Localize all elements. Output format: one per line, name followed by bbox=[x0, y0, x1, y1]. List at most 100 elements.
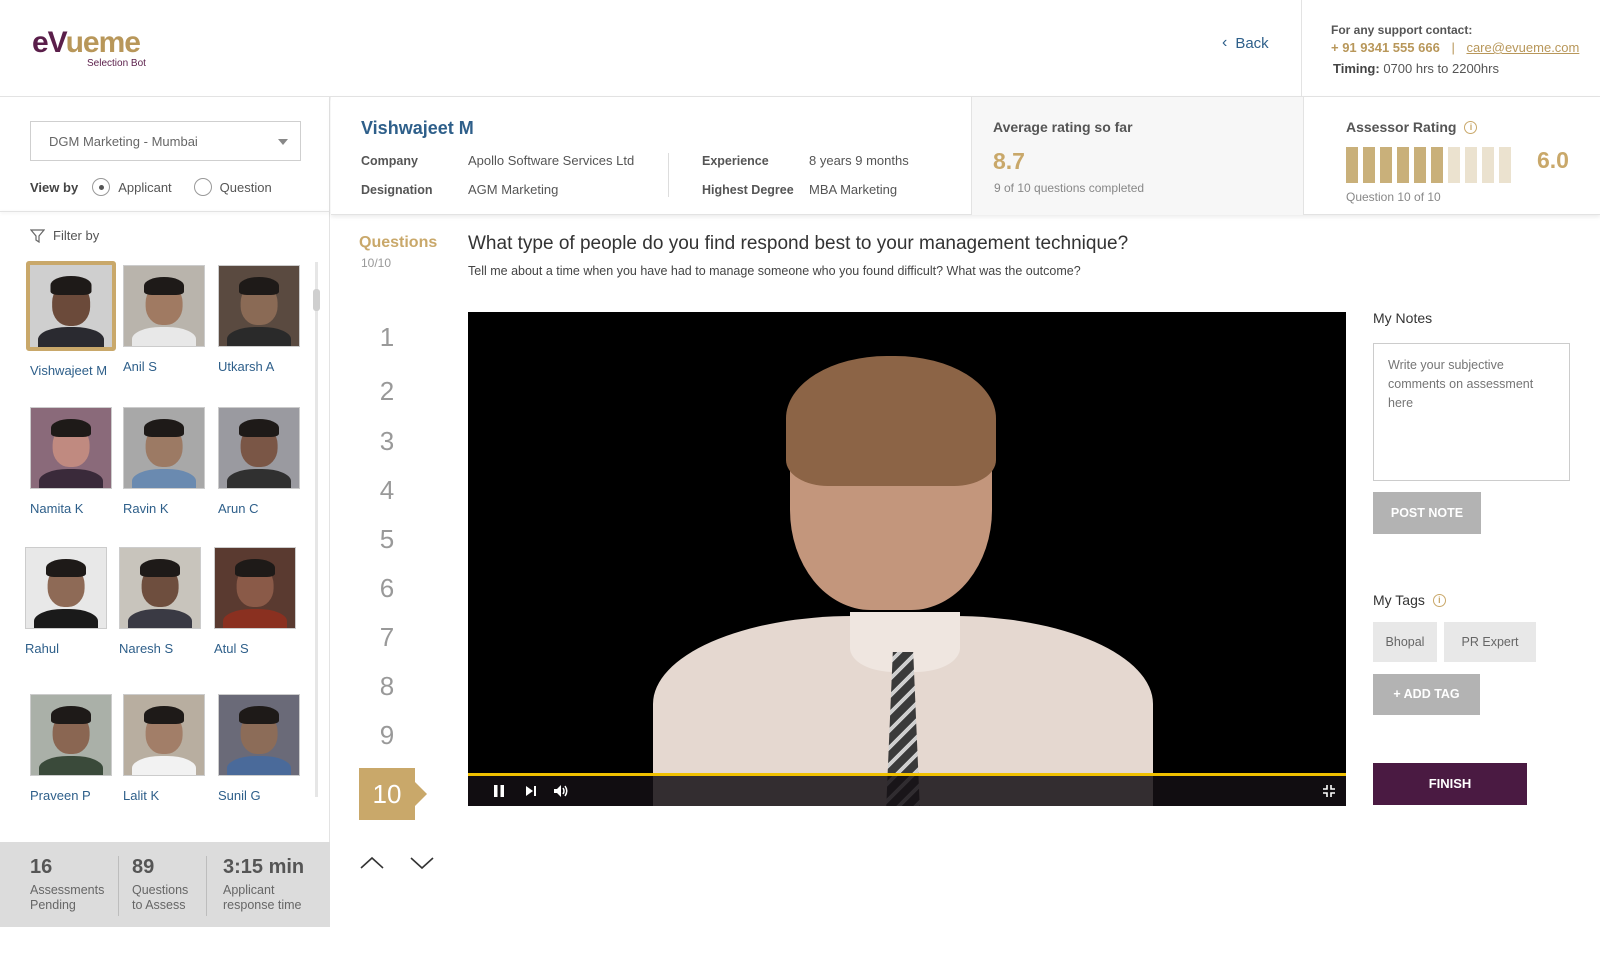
tag-chip[interactable]: PR Expert bbox=[1444, 622, 1536, 662]
video-frame-hair bbox=[786, 356, 996, 486]
volume-icon[interactable] bbox=[552, 783, 570, 799]
chevron-down-icon[interactable] bbox=[409, 854, 435, 872]
experience-value: 8 years 9 months bbox=[809, 153, 909, 168]
notes-textarea[interactable] bbox=[1373, 343, 1570, 481]
candidate-photo bbox=[25, 547, 107, 629]
candidate-photo bbox=[30, 407, 112, 489]
candidate-card[interactable]: Namita K bbox=[30, 407, 112, 516]
radio-applicant[interactable] bbox=[92, 178, 111, 196]
timing-value: 0700 hrs to 2200hrs bbox=[1383, 61, 1499, 76]
question-title: What type of people do you find respond … bbox=[468, 233, 1129, 254]
stat-label-line2: response time bbox=[223, 898, 302, 912]
average-rating-value: 8.7 bbox=[993, 148, 1025, 174]
video-player[interactable] bbox=[468, 312, 1346, 806]
candidate-card[interactable]: Sunil G bbox=[218, 694, 300, 803]
question-number-7[interactable]: 7 bbox=[359, 622, 415, 653]
candidate-card[interactable]: Arun C bbox=[218, 407, 300, 516]
stat-label-line1: Assessments bbox=[30, 883, 105, 897]
rating-bar-segment[interactable] bbox=[1414, 147, 1426, 183]
candidate-card[interactable]: Anil S bbox=[123, 265, 205, 374]
back-link[interactable]: ‹ Back bbox=[1222, 34, 1269, 52]
question-number-2[interactable]: 2 bbox=[359, 376, 415, 407]
question-number-4[interactable]: 4 bbox=[359, 475, 415, 506]
candidate-photo bbox=[30, 694, 112, 776]
pause-icon[interactable] bbox=[492, 783, 506, 799]
questions-title: Questions bbox=[359, 234, 438, 251]
support-phone[interactable]: + 91 9341 555 666 bbox=[1331, 40, 1440, 55]
candidate-card[interactable]: Vishwajeet M bbox=[26, 261, 116, 378]
question-number-3[interactable]: 3 bbox=[359, 426, 415, 457]
scrollbar-track[interactable] bbox=[315, 262, 318, 797]
rating-bar-segment[interactable] bbox=[1499, 147, 1511, 183]
logo-subtitle: Selection Bot bbox=[87, 58, 146, 69]
photo-shoulders bbox=[227, 755, 291, 775]
candidate-name-label: Atul S bbox=[214, 641, 249, 656]
rating-bar-segment[interactable] bbox=[1363, 147, 1375, 183]
candidate-name-label: Rahul bbox=[25, 641, 59, 656]
finish-button[interactable]: FINISH bbox=[1373, 763, 1527, 805]
candidate-name-label: Utkarsh A bbox=[218, 359, 275, 374]
assessor-rating-value: 6.0 bbox=[1537, 147, 1569, 173]
rating-bar-segment[interactable] bbox=[1397, 147, 1409, 183]
candidate-card[interactable]: Naresh S bbox=[119, 547, 201, 656]
question-number-5[interactable]: 5 bbox=[359, 524, 415, 555]
filter-by-button[interactable]: Filter by bbox=[30, 228, 99, 243]
support-email-link[interactable]: care@evueme.com bbox=[1466, 40, 1579, 55]
radio-applicant-label[interactable]: Applicant bbox=[118, 180, 171, 195]
timing-label: Timing: bbox=[1333, 61, 1380, 76]
radio-question-label[interactable]: Question bbox=[220, 180, 272, 195]
candidate-card[interactable]: Ravin K bbox=[123, 407, 205, 516]
candidate-card[interactable]: Rahul bbox=[25, 547, 107, 656]
candidate-card[interactable]: Lalit K bbox=[123, 694, 205, 803]
photo-shoulders bbox=[39, 755, 103, 775]
add-tag-button[interactable]: + ADD TAG bbox=[1373, 674, 1480, 715]
tag-chip[interactable]: Bhopal bbox=[1373, 622, 1437, 662]
question-number-1[interactable]: 1 bbox=[359, 322, 415, 353]
candidate-card[interactable]: Atul S bbox=[214, 547, 296, 656]
stat-questions-to-assess: 89 Questions to Assess bbox=[132, 856, 188, 913]
rating-bar-segment[interactable] bbox=[1431, 147, 1443, 183]
candidate-photo bbox=[218, 694, 300, 776]
stat-number: 3:15 min bbox=[223, 856, 305, 878]
question-number-8[interactable]: 8 bbox=[359, 671, 415, 702]
candidate-name-label: Arun C bbox=[218, 501, 259, 516]
position-select-value: DGM Marketing - Mumbai bbox=[49, 134, 198, 149]
support-separator: | bbox=[1451, 40, 1455, 55]
question-number-10[interactable]: 10 bbox=[359, 768, 427, 820]
question-number-9[interactable]: 9 bbox=[359, 720, 415, 751]
filter-label: Filter by bbox=[53, 228, 100, 243]
question-number-6[interactable]: 6 bbox=[359, 573, 415, 604]
photo-shoulders bbox=[39, 468, 103, 488]
photo-hair bbox=[51, 419, 91, 437]
candidate-card[interactable]: Utkarsh A bbox=[218, 265, 300, 374]
company-label: Company bbox=[361, 154, 418, 168]
rating-bar-segment[interactable] bbox=[1346, 147, 1358, 183]
post-note-button[interactable]: POST NOTE bbox=[1373, 492, 1481, 534]
assessor-rating-title: Assessor Rating i bbox=[1346, 119, 1478, 135]
chevron-up-icon[interactable] bbox=[359, 854, 385, 872]
info-icon[interactable]: i bbox=[1464, 120, 1478, 134]
tags-label: My Tags bbox=[1373, 592, 1425, 608]
candidate-card[interactable]: Praveen P bbox=[30, 694, 112, 803]
questions-count: 10/10 bbox=[361, 256, 392, 270]
rating-bar-segment[interactable] bbox=[1465, 147, 1477, 183]
info-icon[interactable]: i bbox=[1432, 593, 1446, 607]
assessor-rating-bars[interactable] bbox=[1346, 147, 1511, 183]
photo-hair bbox=[239, 277, 279, 295]
exit-fullscreen-icon[interactable] bbox=[1322, 783, 1336, 799]
photo-shoulders bbox=[227, 326, 291, 346]
rating-bar-segment[interactable] bbox=[1380, 147, 1392, 183]
candidate-name-label: Lalit K bbox=[123, 788, 160, 803]
radio-question[interactable] bbox=[193, 178, 212, 196]
position-select[interactable]: DGM Marketing - Mumbai bbox=[30, 121, 301, 161]
average-rating-progress: 9 of 10 questions completed bbox=[994, 181, 1145, 195]
rating-bar-segment[interactable] bbox=[1448, 147, 1460, 183]
photo-shoulders bbox=[132, 468, 196, 488]
rating-bar-segment[interactable] bbox=[1482, 147, 1494, 183]
candidate-name-label: Sunil G bbox=[218, 788, 261, 803]
scrollbar-thumb[interactable] bbox=[313, 289, 320, 311]
logo[interactable]: eVueme bbox=[32, 26, 141, 60]
photo-shoulders bbox=[223, 608, 287, 628]
skip-next-icon[interactable] bbox=[524, 783, 538, 799]
tags-title: My Tags i bbox=[1373, 592, 1446, 608]
